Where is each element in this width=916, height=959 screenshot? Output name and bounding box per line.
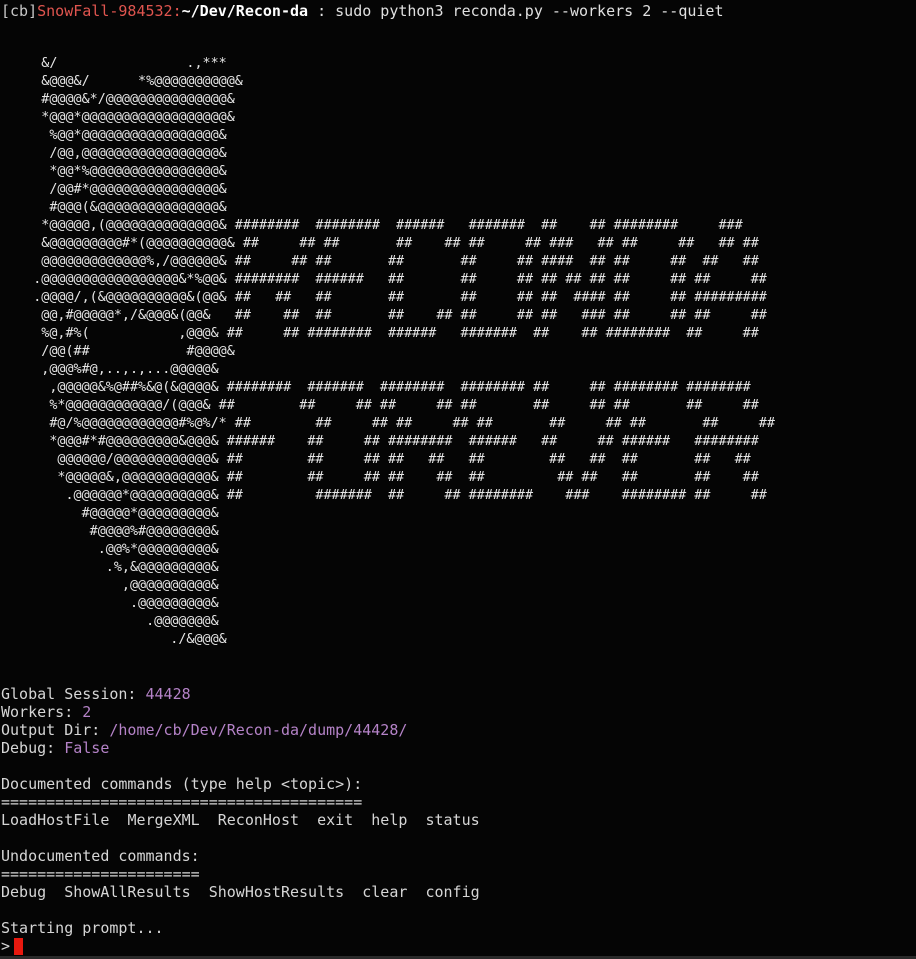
session-output-line: Output Dir: /home/cb/Dev/Recon-da/dump/4… <box>1 721 407 739</box>
prompt-path: ~/Dev/Recon-da <box>181 2 309 20</box>
prompt-symbol: > <box>1 937 11 955</box>
undocumented-header: Undocumented commands: <box>1 847 200 865</box>
cmd-help: help <box>371 811 408 829</box>
undocumented-rule: ====================== <box>1 865 200 883</box>
session-global-line: Global Session: 44428 <box>1 685 191 703</box>
undocumented-commands: Debug ShowAllResults ShowHostResults cle… <box>1 883 480 901</box>
prompt-bracket-open: [ <box>1 2 11 20</box>
cmd-loadhostfile: LoadHostFile <box>1 811 110 829</box>
prompt-colon: : <box>172 2 182 20</box>
session-global-value: 44428 <box>145 685 191 703</box>
cmd-showallresults: ShowAllResults <box>64 883 191 901</box>
session-global-label: Global Session: <box>1 685 146 703</box>
cmd-clear: clear <box>362 883 408 901</box>
session-workers-label: Workers: <box>1 703 83 721</box>
cmd-mergexml: MergeXML <box>127 811 200 829</box>
prompt-host: SnowFall-984532 <box>37 2 173 20</box>
cmd-config: config <box>425 883 480 901</box>
cmd-reconhost: ReconHost <box>217 811 300 829</box>
session-workers-value: 2 <box>82 703 92 721</box>
session-output-value: /home/cb/Dev/Recon-da/dump/44428/ <box>109 721 408 739</box>
command-line: [cb]SnowFall-984532:~/Dev/Recon-da : sud… <box>1 2 723 20</box>
starting-prompt-text: Starting prompt... <box>1 919 164 937</box>
session-workers-line: Workers: 2 <box>1 703 91 721</box>
session-debug-label: Debug: <box>1 739 65 757</box>
cmd-debug: Debug <box>1 883 47 901</box>
executed-command: : sudo python3 reconda.py --workers 2 --… <box>308 2 724 20</box>
documented-header: Documented commands (type help <topic>): <box>1 775 363 793</box>
prompt-user: cb <box>10 2 29 20</box>
ascii-banner: &/ .,*** &@@@&/ *%@@@@@@@@@@& #@@@@&*/@@… <box>33 56 775 647</box>
session-debug-line: Debug: False <box>1 739 109 757</box>
terminal-window[interactable]: [cb]SnowFall-984532:~/Dev/Recon-da : sud… <box>0 0 916 959</box>
cmd-showhostresults: ShowHostResults <box>208 883 345 901</box>
cmd-exit: exit <box>317 811 354 829</box>
cmd-status: status <box>425 811 480 829</box>
session-output-label: Output Dir: <box>1 721 110 739</box>
session-debug-value: False <box>64 739 110 757</box>
documented-rule: ======================================== <box>1 793 363 811</box>
documented-commands: LoadHostFile MergeXML ReconHost exit hel… <box>1 811 480 829</box>
input-line[interactable]: > <box>1 937 24 955</box>
prompt-bracket-close: ] <box>28 2 38 20</box>
text-cursor[interactable] <box>14 938 24 955</box>
